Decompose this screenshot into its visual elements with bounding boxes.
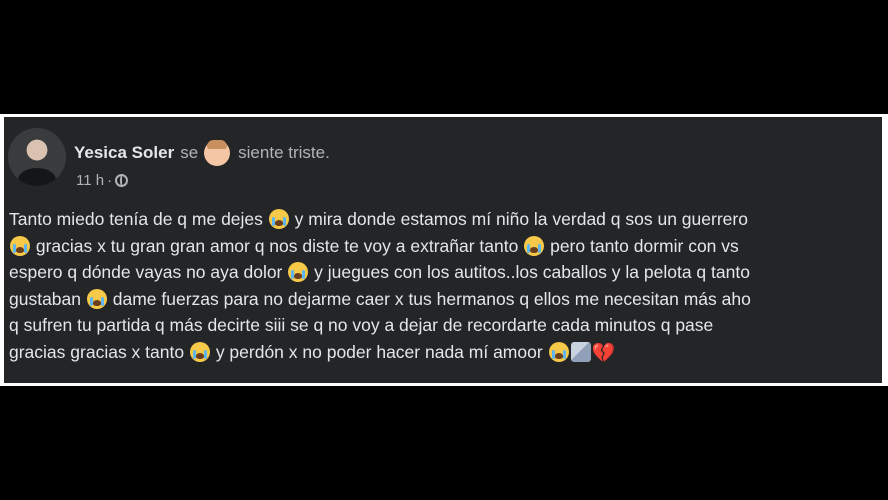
post-text: y perdón x no poder hacer nada mí amoor [210, 341, 548, 362]
post-text: gracias x tu gran gran amor q nos diste … [31, 235, 524, 256]
crying-face-icon [10, 235, 30, 256]
post-line: gracias gracias x tanto y perdón x no po… [9, 339, 882, 366]
post-text: dame fuerzas para no dejarme caer x tus … [107, 288, 751, 309]
post-text: gustaban [9, 288, 86, 309]
post-line: Tanto miedo tenía de q me dejes y mira d… [9, 206, 882, 233]
broken-heart-icon: 💔 [591, 341, 616, 364]
crying-face-icon [189, 341, 210, 362]
post-timestamp[interactable]: 11 h [76, 172, 104, 189]
post-text: gracias gracias x tanto [9, 341, 189, 362]
post-text: y juegues con los autitos..los caballos … [309, 262, 750, 282]
screenshot-frame: Yesica Soler se siente triste. 11 h · Ta… [0, 114, 888, 386]
feeling-text: siente triste. [238, 143, 330, 162]
globe-icon[interactable] [115, 174, 129, 187]
crying-face-icon [86, 288, 107, 309]
facebook-post: Yesica Soler se siente triste. 11 h · Ta… [4, 117, 882, 383]
post-header: Yesica Soler se siente triste. [74, 140, 330, 166]
author-name[interactable]: Yesica Soler [74, 143, 174, 163]
post-line: q sufren tu partida q más decirte siii s… [9, 312, 882, 339]
avatar[interactable] [8, 128, 66, 186]
sad-face-icon [204, 140, 231, 166]
crying-face-icon [524, 235, 545, 256]
post-body: Tanto miedo tenía de q me dejes y mira d… [9, 206, 882, 365]
post-text: espero q dónde vayas no aya dolor [9, 262, 288, 282]
post-line: gustaban dame fuerzas para no dejarme ca… [9, 286, 882, 313]
feeling-prefix: se [180, 143, 199, 162]
crying-face-icon [288, 262, 309, 282]
post-text: y mira donde estamos mí niño la verdad q… [289, 209, 748, 229]
crying-face-icon [548, 341, 569, 362]
hug-icon [570, 341, 591, 362]
post-text: Tanto miedo tenía de q me dejes [9, 209, 268, 229]
meta-separator: · [107, 172, 113, 189]
post-text: pero tanto dormir con vs [545, 235, 739, 256]
post-meta: 11 h · [76, 172, 129, 189]
crying-face-icon [268, 209, 289, 229]
post-line: espero q dónde vayas no aya dolor y jueg… [9, 259, 882, 286]
post-line: gracias x tu gran gran amor q nos diste … [9, 233, 882, 260]
post-text: q sufren tu partida q más decirte siii s… [9, 315, 714, 335]
